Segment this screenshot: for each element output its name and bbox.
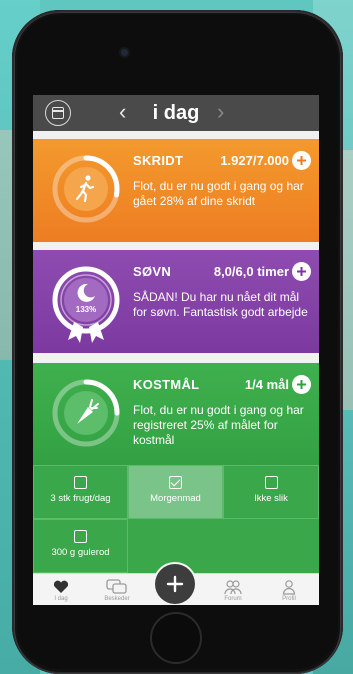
goal-breakfast[interactable]: Morgenmad xyxy=(128,465,223,519)
chat-icon xyxy=(106,579,127,594)
diet-label: KOSTMÅL xyxy=(133,377,200,392)
person-icon xyxy=(282,580,296,595)
tab-today[interactable]: I dag xyxy=(41,578,81,602)
sleep-card[interactable]: 133% SØVN 8,0/6,0 timer SÅDAN! Du har nu… xyxy=(33,250,319,353)
steps-progress-ring xyxy=(52,155,120,223)
add-diet-button[interactable] xyxy=(292,375,311,394)
sleep-label: SØVN xyxy=(133,264,172,279)
chevron-right-icon[interactable]: › xyxy=(217,101,224,123)
chevron-left-icon[interactable]: ‹ xyxy=(119,101,126,123)
calendar-button[interactable] xyxy=(45,100,71,126)
top-bar: ‹ i dag › xyxy=(33,95,319,131)
add-button[interactable] xyxy=(155,564,195,604)
goal-label: Ikke slik xyxy=(254,493,288,504)
diet-goals-grid: 3 stk frugt/dag Morgenmad Ikke slik 300 … xyxy=(33,465,319,575)
tab-label: Profil xyxy=(282,596,296,602)
diet-card[interactable]: KOSTMÅL 1/4 mål Flot, du er nu godt i ga… xyxy=(33,363,319,465)
steps-card[interactable]: SKRIDT 1.927/7.000 Flot, du er nu godt i… xyxy=(33,139,319,242)
goal-label: 3 stk frugt/dag xyxy=(50,493,111,504)
steps-header: SKRIDT 1.927/7.000 xyxy=(133,151,311,171)
sleep-badge: 133% xyxy=(52,266,120,343)
steps-label: SKRIDT xyxy=(133,153,184,168)
sleep-badge-percent: 133% xyxy=(76,305,96,314)
goal-fruit[interactable]: 3 stk frugt/dag xyxy=(33,465,128,519)
goal-checkbox-checked[interactable] xyxy=(169,476,182,489)
plus-icon xyxy=(166,575,184,593)
goal-no-candy[interactable]: Ikke slik xyxy=(223,465,319,519)
page-title: i dag xyxy=(152,102,200,124)
goal-checkbox[interactable] xyxy=(74,530,87,543)
plus-icon xyxy=(297,267,306,276)
goal-carrot[interactable]: 300 g gulerod xyxy=(33,519,128,573)
tab-bar: I dag Beskeder Forum Profil xyxy=(33,564,319,605)
diet-message: Flot, du er nu godt i gang og har regist… xyxy=(133,403,304,447)
sleep-value: 8,0/6,0 timer xyxy=(213,264,289,279)
add-steps-button[interactable] xyxy=(292,151,311,170)
calendar-icon xyxy=(52,107,64,119)
diet-value: 1/4 mål xyxy=(244,377,289,392)
steps-message: Flot, du er nu godt i gang og har gået 2… xyxy=(133,179,304,208)
front-camera xyxy=(121,49,128,56)
plus-icon xyxy=(297,380,306,389)
heart-icon xyxy=(53,580,69,593)
add-sleep-button[interactable] xyxy=(292,262,311,281)
tab-label: Forum xyxy=(224,596,242,602)
steps-value: 1.927/7.000 xyxy=(220,153,289,168)
tab-messages[interactable]: Beskeder xyxy=(97,578,137,602)
tab-forum[interactable]: Forum xyxy=(213,578,253,602)
home-button[interactable] xyxy=(150,612,202,664)
app-screen: ‹ i dag › SKRIDT 1.927/7.000 Flot, du er… xyxy=(33,95,319,605)
group-icon xyxy=(224,580,242,595)
tab-profile[interactable]: Profil xyxy=(269,578,309,602)
goal-label: Morgenmad xyxy=(150,493,201,504)
goal-label: 300 g gulerod xyxy=(51,547,110,558)
goal-checkbox[interactable] xyxy=(264,476,278,489)
tab-label: I dag xyxy=(54,596,68,602)
sleep-header: SØVN 8,0/6,0 timer xyxy=(133,262,311,282)
diet-progress-ring xyxy=(52,379,120,447)
plus-icon xyxy=(297,156,306,165)
diet-header: KOSTMÅL 1/4 mål xyxy=(133,375,311,395)
tab-label: Beskeder xyxy=(104,596,130,602)
sleep-message: SÅDAN! Du har nu nået dit mål for søvn. … xyxy=(133,290,308,319)
goal-checkbox[interactable] xyxy=(74,476,87,489)
